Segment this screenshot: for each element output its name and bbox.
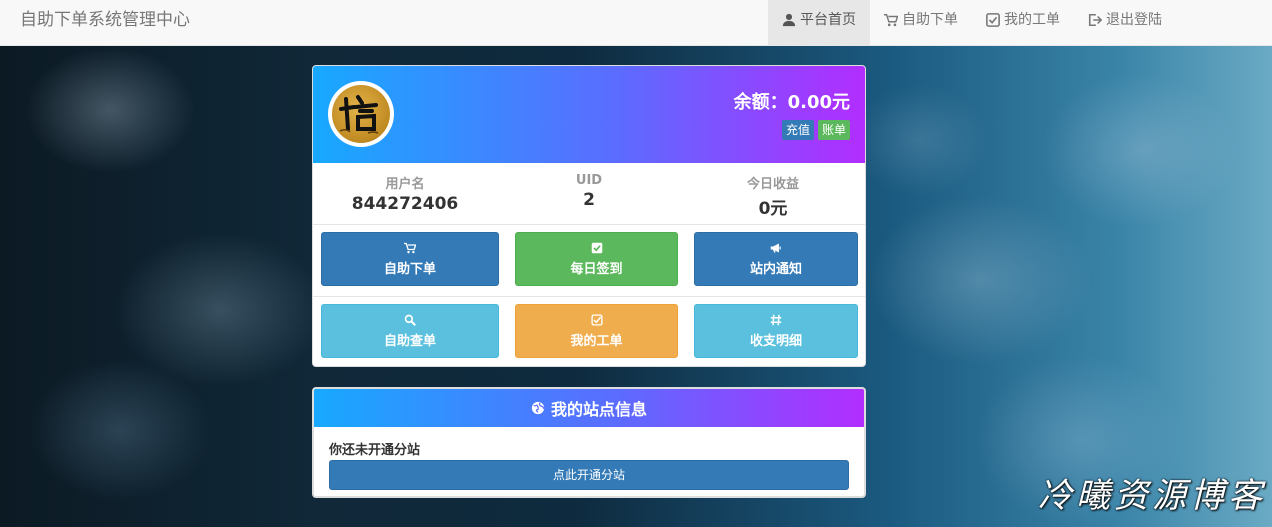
cart-icon [404,242,416,254]
nav-item-label: 自助下单 [902,11,958,28]
user-icon [782,13,796,26]
stat-value: 844272406 [351,194,459,214]
nav-item-tickets[interactable]: 我的工单 [972,0,1074,45]
top-navbar: 自助下单系统管理中心 平台首页 自助下单 我的工单 退出登陆 [0,0,1272,46]
nav-item-logout[interactable]: 退出登陆 [1074,0,1176,45]
nav-item-label: 平台首页 [800,11,856,28]
site-status-message: 你还未开通分站 [329,443,421,458]
check-square-icon [986,12,1000,27]
tile-label: 收支明细 [749,334,802,349]
tile-label: 站内通知 [749,262,802,277]
avatar [328,81,394,147]
site-info-body: 你还未开通分站 点此开通分站 [314,427,864,490]
watermark-text: 冷曦资源博客 [1038,476,1266,516]
check-square-outline-icon [590,314,603,326]
globe-icon [531,401,545,415]
stats-row: 用户名 844272406 UID 2 今日收益 0元 [313,163,865,225]
check-square-icon [591,242,602,254]
stat-label: 用户名 [385,177,425,192]
logout-icon [1088,13,1102,26]
site-notice-button[interactable]: 站内通知 [694,232,858,286]
nav-item-label: 我的工单 [1004,11,1060,28]
bullhorn-icon [770,243,781,253]
nav-item-order[interactable]: 自助下单 [870,0,972,45]
tile-label: 我的工单 [570,334,623,349]
stat-username: 用户名 844272406 [313,163,497,224]
nav-menu: 平台首页 自助下单 我的工单 退出登陆 [768,0,1176,45]
order-query-button[interactable]: 自助查单 [321,304,499,358]
open-substation-button[interactable]: 点此开通分站 [329,460,849,490]
stat-value: 2 [583,190,595,210]
stat-label: 今日收益 [746,177,799,192]
daily-checkin-button[interactable]: 每日签到 [515,232,678,286]
action-row-1: 自助下单 每日签到 站内通知 [313,225,865,296]
avatar-image [332,85,390,143]
my-tickets-button[interactable]: 我的工单 [515,304,678,358]
transaction-details-button[interactable]: 收支明细 [694,304,858,358]
brand-title[interactable]: 自助下单系统管理中心 [20,0,190,46]
site-info-panel: 我的站点信息 你还未开通分站 点此开通分站 [312,387,866,498]
tile-label: 自助查单 [383,334,436,349]
stat-label: UID [575,173,603,188]
profile-card: 余额：0.00元 充值 账单 用户名 844272406 UID 2 今日收益 … [312,65,866,367]
self-order-button[interactable]: 自助下单 [321,232,499,286]
site-info-title: 我的站点信息 [550,400,647,419]
recharge-button[interactable]: 充值 [781,120,814,140]
stat-uid: UID 2 [497,163,681,224]
balance-amount: 余额：0.00元 [733,92,850,113]
tile-label: 每日签到 [570,262,623,277]
site-info-header: 我的站点信息 [314,389,864,427]
action-row-2: 自助查单 我的工单 收支明细 [313,296,865,366]
cart-icon [884,13,898,26]
stat-today-earnings: 今日收益 0元 [681,163,865,224]
tile-label: 自助下单 [383,262,436,277]
bill-button[interactable]: 账单 [817,120,850,140]
hash-icon [770,314,782,326]
profile-header: 余额：0.00元 充值 账单 [313,66,865,163]
nav-item-label: 退出登陆 [1106,11,1162,28]
nav-item-home[interactable]: 平台首页 [768,0,870,45]
balance-actions: 充值 账单 [781,120,850,140]
search-icon [404,314,416,326]
stat-value: 0元 [758,199,788,219]
calligraphy-logo-icon [339,95,379,134]
